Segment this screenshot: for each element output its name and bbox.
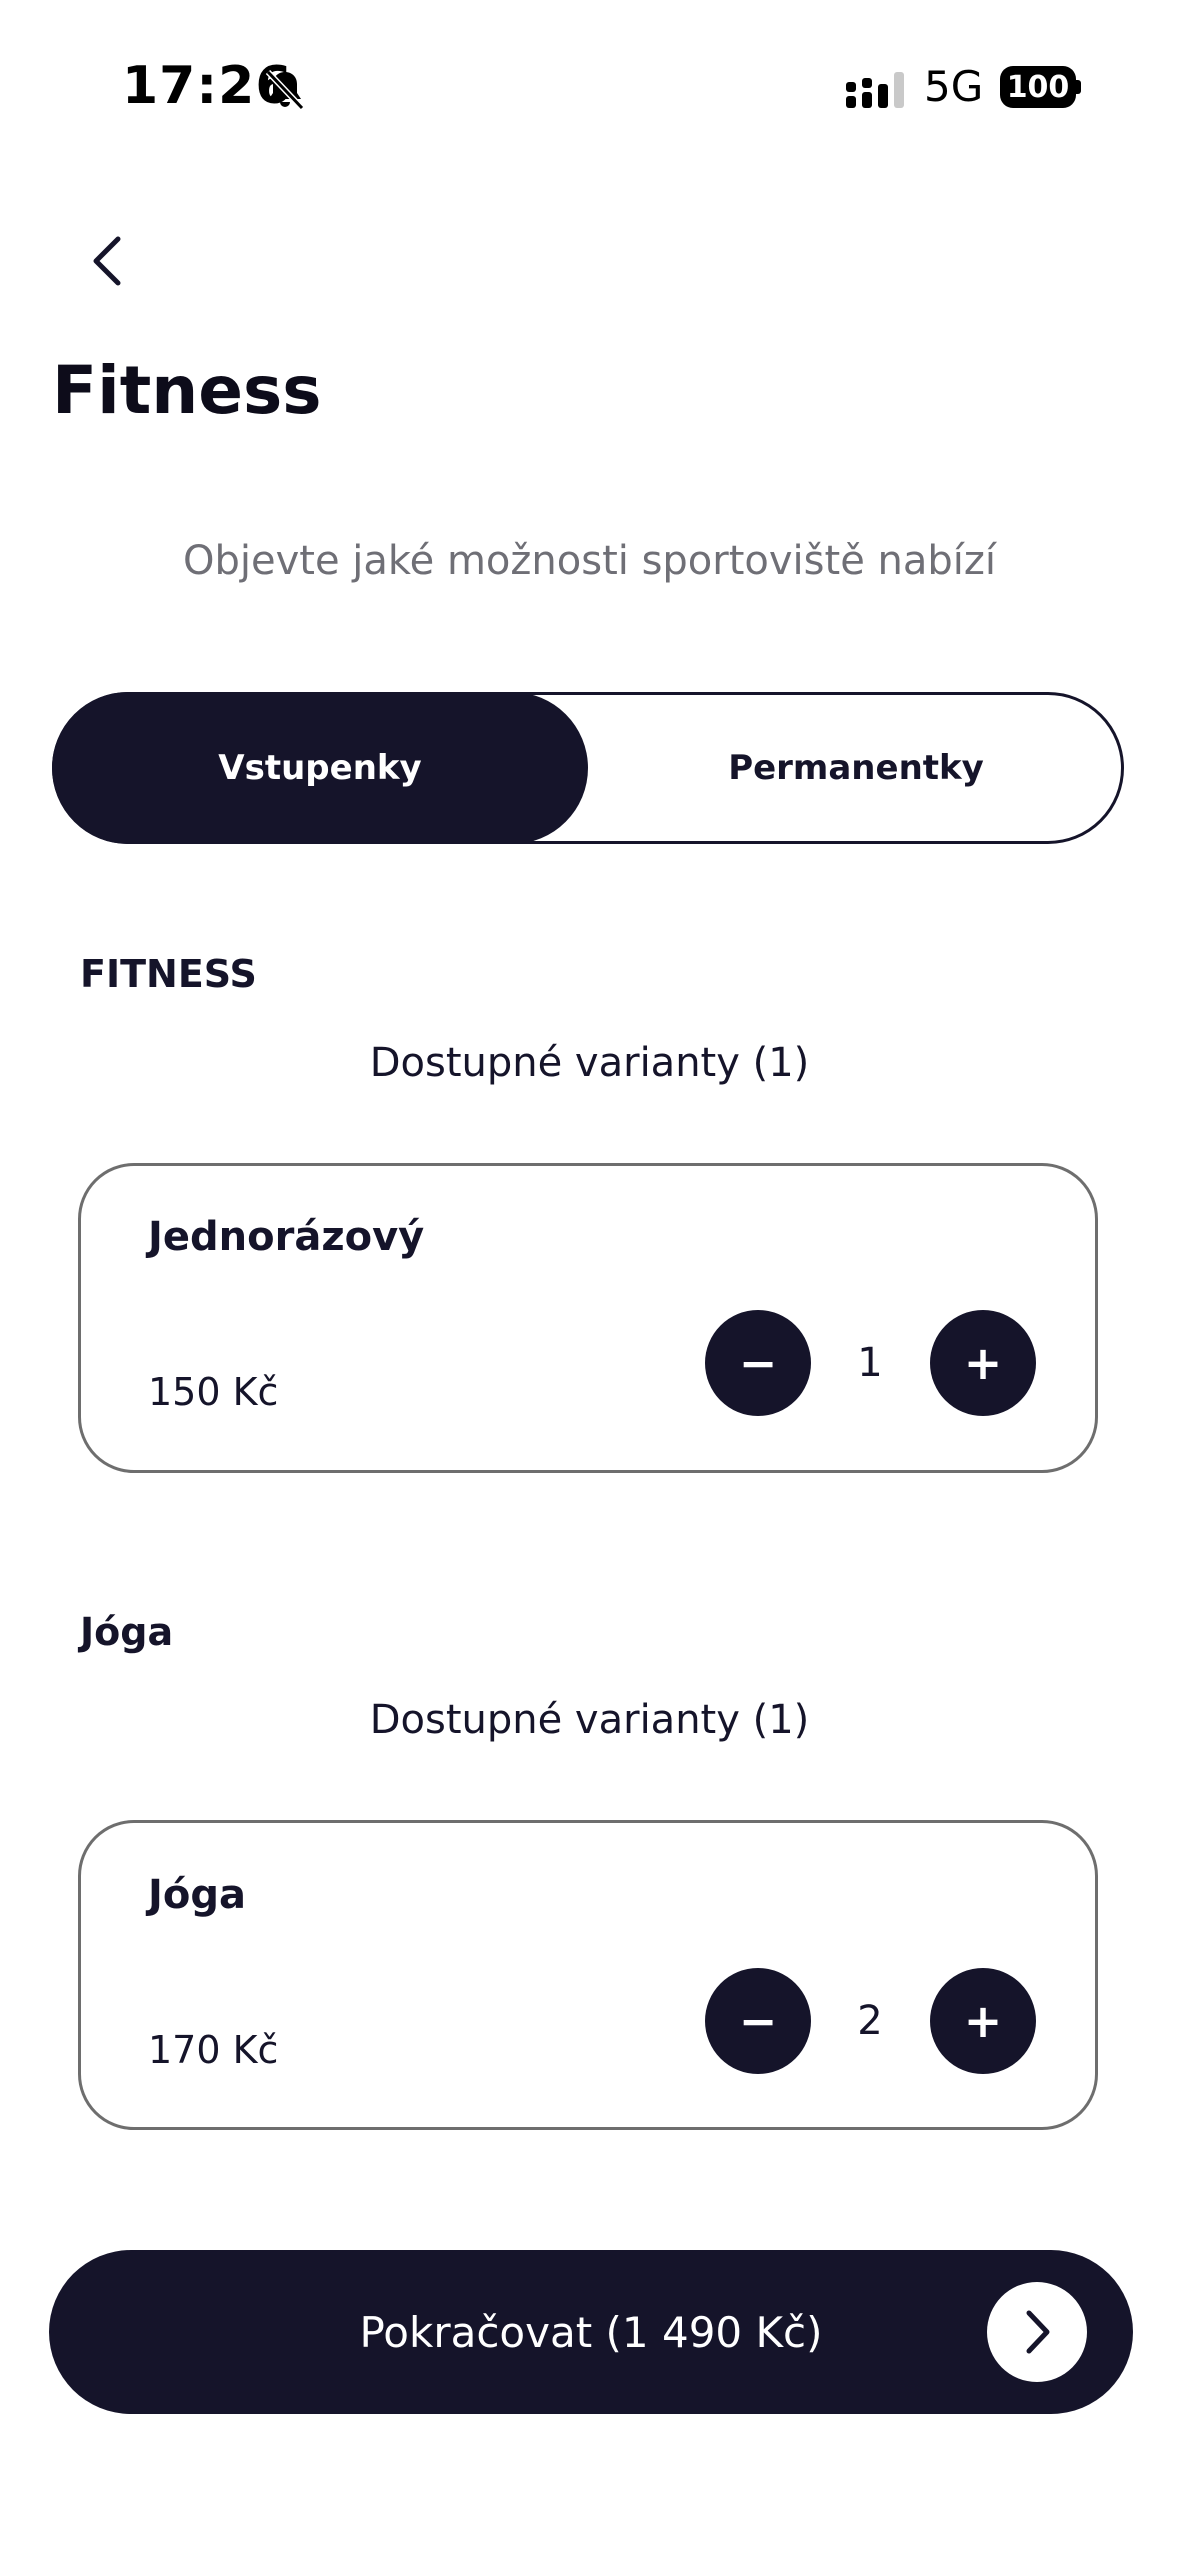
battery-icon: 100 bbox=[1000, 66, 1081, 108]
chevron-left-icon bbox=[93, 236, 121, 286]
variant-title: Jednorázový bbox=[148, 1214, 425, 1260]
continue-label: Pokračovat (1 490 Kč) bbox=[359, 2307, 823, 2357]
section-label-fitness: FITNESS bbox=[80, 952, 257, 996]
signal-icon bbox=[846, 70, 908, 110]
page-title: Fitness bbox=[52, 352, 322, 429]
continue-button[interactable]: Pokračovat (1 490 Kč) bbox=[49, 2250, 1133, 2414]
variant-card bbox=[78, 1820, 1098, 2130]
variant-price: 150 Kč bbox=[148, 1370, 279, 1414]
increment-button[interactable]: + bbox=[930, 1968, 1036, 2074]
tab-vstupenky[interactable]: Vstupenky bbox=[52, 692, 588, 844]
chevron-right-icon bbox=[987, 2282, 1087, 2382]
decrement-button[interactable]: − bbox=[705, 1968, 811, 2074]
page-subtitle: Objevte jaké možnosti sportoviště nabízí bbox=[183, 538, 996, 584]
battery-level: 100 bbox=[1000, 66, 1076, 108]
tab-permanentky[interactable]: Permanentky bbox=[588, 692, 1124, 844]
section-label-joga: Jóga bbox=[80, 1610, 174, 1654]
network-type: 5G bbox=[924, 62, 984, 111]
variant-price: 170 Kč bbox=[148, 2028, 279, 2072]
increment-button[interactable]: + bbox=[930, 1310, 1036, 1416]
variants-count: Dostupné varianty (1) bbox=[369, 1697, 810, 1743]
variant-card bbox=[78, 1163, 1098, 1473]
decrement-button[interactable]: − bbox=[705, 1310, 811, 1416]
bell-muted-icon bbox=[262, 66, 308, 112]
back-button[interactable] bbox=[78, 226, 134, 296]
quantity-value: 1 bbox=[857, 1340, 883, 1386]
quantity-value: 2 bbox=[857, 1998, 883, 2044]
variants-count: Dostupné varianty (1) bbox=[369, 1040, 810, 1086]
variant-title: Jóga bbox=[148, 1872, 246, 1918]
